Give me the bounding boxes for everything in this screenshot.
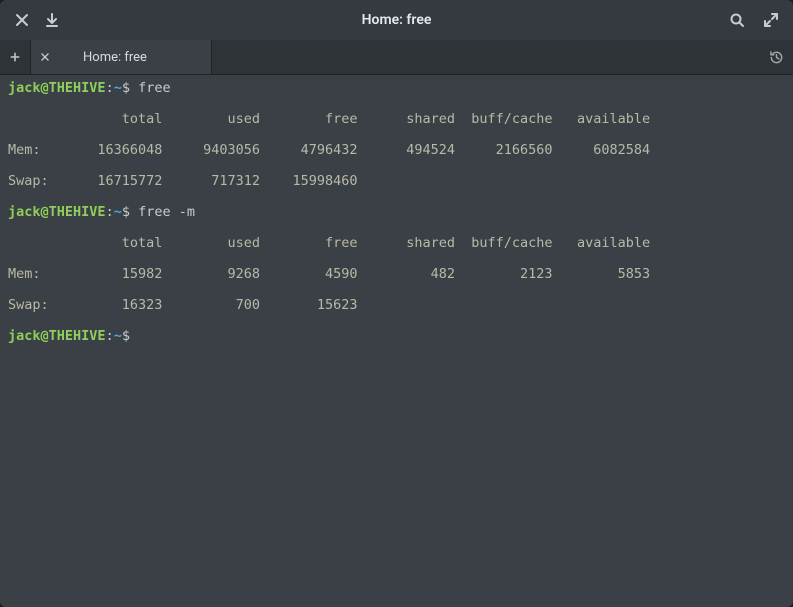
prompt-colon: :	[106, 204, 114, 220]
prompt-sigil: $	[122, 204, 130, 220]
prompt-line-1: jack@THEHIVE:~$ free	[8, 81, 785, 97]
close-icon[interactable]	[14, 12, 30, 28]
command-text: free	[138, 80, 171, 96]
terminal-window: Home: free	[0, 0, 793, 607]
output-row-swap: Swap: 16715772 717312 15998460	[8, 174, 785, 190]
prompt-path: ~	[114, 80, 122, 96]
window-title: Home: free	[0, 12, 793, 28]
tab-home-free[interactable]: Home: free	[31, 40, 212, 74]
prompt-user: jack	[8, 204, 41, 220]
titlebar-left-controls	[0, 12, 60, 28]
prompt-colon: :	[106, 80, 114, 96]
tab-bar: Home: free	[0, 40, 793, 75]
output-row-swap: Swap: 16323 700 15623	[8, 298, 785, 314]
output-row-mem: Mem: 16366048 9403056 4796432 494524 216…	[8, 143, 785, 159]
prompt-user: jack	[8, 328, 41, 344]
download-icon[interactable]	[44, 12, 60, 28]
tab-label: Home: free	[59, 50, 211, 65]
prompt-line-3: jack@THEHIVE:~$	[8, 329, 785, 345]
prompt-at: @	[41, 204, 49, 220]
tab-close-icon[interactable]	[31, 52, 59, 62]
titlebar[interactable]: Home: free	[0, 0, 793, 40]
new-tab-button[interactable]	[0, 40, 31, 74]
fullscreen-icon[interactable]	[763, 12, 779, 28]
titlebar-right-controls	[729, 12, 793, 28]
output-header: total used free shared buff/cache availa…	[8, 112, 785, 128]
command-text: free -m	[138, 204, 195, 220]
prompt-path: ~	[114, 328, 122, 344]
output-header: total used free shared buff/cache availa…	[8, 236, 785, 252]
prompt-line-2: jack@THEHIVE:~$ free -m	[8, 205, 785, 221]
prompt-at: @	[41, 80, 49, 96]
search-icon[interactable]	[729, 12, 745, 28]
prompt-path: ~	[114, 204, 122, 220]
prompt-colon: :	[106, 328, 114, 344]
prompt-sigil: $	[122, 328, 130, 344]
history-icon[interactable]	[759, 40, 793, 74]
prompt-sigil: $	[122, 80, 130, 96]
prompt-host: THEHIVE	[49, 204, 106, 220]
prompt-at: @	[41, 328, 49, 344]
output-row-mem: Mem: 15982 9268 4590 482 2123 5853	[8, 267, 785, 283]
prompt-user: jack	[8, 80, 41, 96]
prompt-host: THEHIVE	[49, 328, 106, 344]
prompt-host: THEHIVE	[49, 80, 106, 96]
terminal-output[interactable]: jack@THEHIVE:~$ free total used free sha…	[0, 75, 793, 607]
